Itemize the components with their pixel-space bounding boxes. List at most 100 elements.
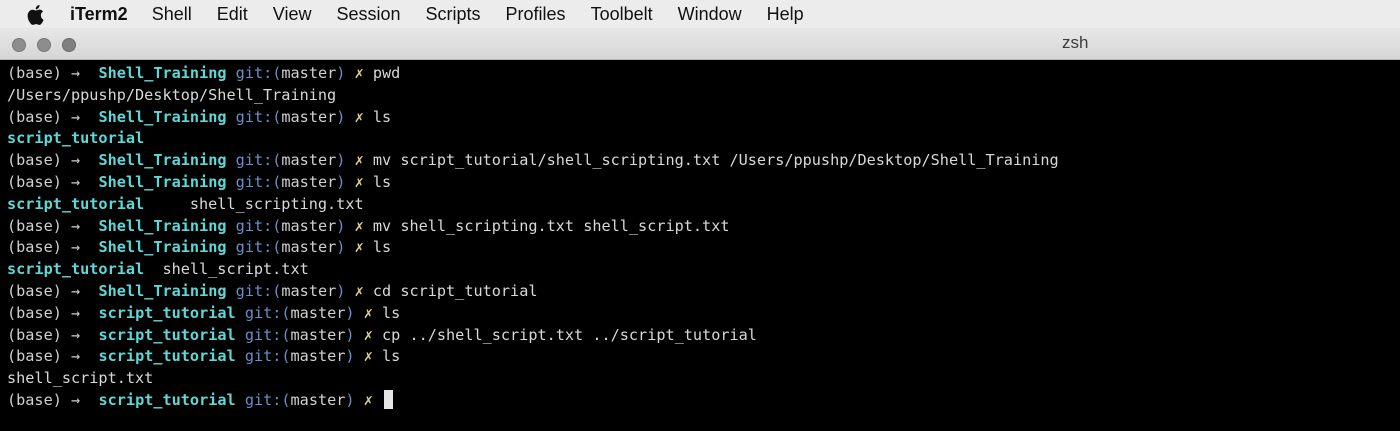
menu-item-view[interactable]: View [273,4,312,25]
prompt-line: (base) → Shell_Training git:(master) ✗ l… [7,237,1400,259]
git-dirty-icon: ✗ [354,216,364,235]
output-text: shell_script.txt [144,260,309,279]
menu-item-session[interactable]: Session [336,4,400,25]
menu-item-window[interactable]: Window [678,4,742,25]
current-directory: Shell_Training [98,238,227,257]
output-line: /Users/ppushp/Desktop/Shell_Training [7,85,1400,107]
command-text: ls [372,107,392,126]
close-window-button[interactable] [12,38,26,52]
git-branch: master [290,347,346,366]
current-directory: Shell_Training [98,216,227,235]
prompt-line: (base) → Shell_Training git:(master) ✗ l… [7,107,1400,129]
prompt-arrow-icon: → [71,238,81,257]
conda-env-label: (base) [7,64,62,82]
git-label: git:( [235,238,282,257]
output-text: /Users/ppushp/Desktop/Shell_Training [7,85,337,104]
conda-env-label: (base) [7,238,62,257]
prompt-arrow-icon: → [71,172,81,191]
prompt-arrow-icon: → [71,281,81,300]
git-branch: master [281,64,337,82]
menu-item-shell[interactable]: Shell [152,4,192,25]
git-label: git:( [244,303,291,322]
prompt-line: (base) → Shell_Training git:(master) ✗ l… [7,172,1400,194]
current-directory: Shell_Training [98,107,227,126]
prompt-line: (base) → Shell_Training git:(master) ✗ p… [7,63,1400,85]
directory-entry: script_tutorial [7,129,145,148]
menu-item-help[interactable]: Help [767,4,804,25]
zoom-window-button[interactable] [62,38,76,52]
window-title: zsh [1062,33,1089,52]
menu-bar: iTerm2 Shell Edit View Session Scripts Profile… [0,0,1400,28]
current-directory: Shell_Training [98,151,227,170]
command-text: cd script_tutorial [372,281,538,300]
git-label: git:( [244,390,291,409]
output-line: script_tutorial [7,128,1400,150]
current-directory: script_tutorial [98,390,236,409]
menu-item-edit[interactable]: Edit [217,4,248,25]
git-label: git:( [244,325,291,344]
command-text: ls [372,172,392,191]
conda-env-label: (base) [7,216,62,235]
git-branch: master [281,281,337,300]
command-text: mv shell_scripting.txt shell_script.txt [372,216,730,235]
git-dirty-icon: ✗ [363,347,373,366]
git-label-close: ) [336,107,346,126]
conda-env-label: (base) [7,347,62,366]
prompt-line: (base) → script_tutorial git:(master) ✗ … [7,346,1400,368]
prompt-arrow-icon: → [71,303,81,322]
git-label: git:( [235,216,282,235]
menu-item-scripts[interactable]: Scripts [426,4,481,25]
git-branch: master [290,390,346,409]
window-titlebar[interactable]: zsh [0,28,1400,60]
prompt-arrow-icon: → [71,325,81,344]
directory-entry: script_tutorial [7,260,145,279]
prompt-line: (base) → Shell_Training git:(master) ✗ m… [7,150,1400,172]
git-branch: master [290,303,346,322]
prompt-line: (base) → Shell_Training git:(master) ✗ c… [7,281,1400,303]
git-label: git:( [235,281,282,300]
git-branch: master [281,107,337,126]
terminal-output[interactable]: (base) → Shell_Training git:(master) ✗ p… [0,60,1400,431]
output-text: shell_script.txt [7,369,154,388]
git-label-close: ) [336,216,346,235]
current-directory: script_tutorial [98,303,236,322]
prompt-arrow-icon: → [71,347,81,366]
git-dirty-icon: ✗ [363,303,373,322]
git-label-close: ) [336,238,346,257]
git-dirty-icon: ✗ [354,172,364,191]
menu-item-profiles[interactable]: Profiles [506,4,566,25]
git-branch: master [281,216,337,235]
git-dirty-icon: ✗ [354,107,364,126]
command-text: pwd [372,64,401,82]
prompt-line: (base) → script_tutorial git:(master) ✗ … [7,325,1400,347]
conda-env-label: (base) [7,151,62,170]
git-label: git:( [235,64,282,82]
current-directory: script_tutorial [98,325,236,344]
git-branch: master [281,172,337,191]
apple-icon[interactable] [26,3,46,25]
conda-env-label: (base) [7,390,62,409]
git-label-close: ) [345,347,355,366]
git-label: git:( [235,172,282,191]
git-branch: master [290,325,346,344]
conda-env-label: (base) [7,325,62,344]
git-label-close: ) [336,281,346,300]
git-dirty-icon: ✗ [363,325,373,344]
conda-env-label: (base) [7,172,62,191]
minimize-window-button[interactable] [37,38,51,52]
git-dirty-icon: ✗ [354,281,364,300]
prompt-arrow-icon: → [71,216,81,235]
prompt-line: (base) → script_tutorial git:(master) ✗ [7,389,1400,412]
output-line: script_tutorial shell_scripting.txt [7,194,1400,216]
prompt-arrow-icon: → [71,107,81,126]
conda-env-label: (base) [7,107,62,126]
git-label-close: ) [336,64,346,82]
prompt-arrow-icon: → [71,390,81,409]
directory-entry: script_tutorial [7,194,145,213]
command-text: cp ../shell_script.txt ../script_tutoria… [382,325,757,344]
prompt-line: (base) → script_tutorial git:(master) ✗ … [7,303,1400,325]
menu-item-iterm2[interactable]: iTerm2 [70,4,128,25]
conda-env-label: (base) [7,281,62,300]
menu-item-toolbelt[interactable]: Toolbelt [591,4,653,25]
prompt-arrow-icon: → [71,151,81,170]
